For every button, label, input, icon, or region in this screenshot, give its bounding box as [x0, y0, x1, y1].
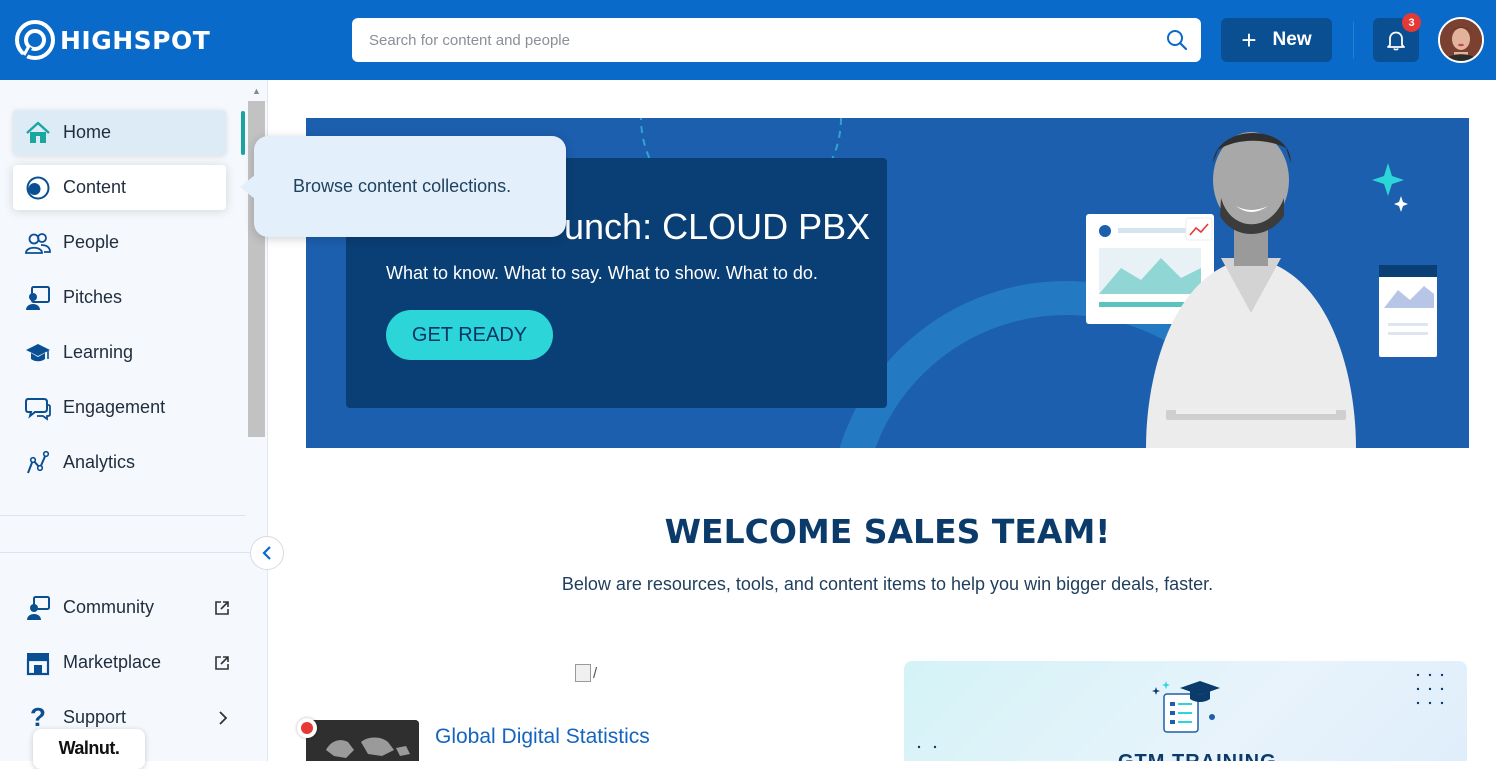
new-button[interactable]: + New [1221, 18, 1332, 62]
sidebar-item-label: Community [63, 597, 155, 617]
gtm-training-title: GTM TRAINING [1118, 751, 1277, 761]
sidebar-item-label: Home [63, 122, 112, 142]
sidebar-item-content[interactable]: Content [13, 165, 226, 210]
search-icon[interactable] [1166, 29, 1188, 51]
notification-count-badge: 3 [1402, 13, 1421, 32]
welcome-heading: WELCOME SALES TEAM! [664, 512, 1111, 551]
bell-icon [1387, 31, 1405, 51]
sidebar-item-analytics[interactable]: Analytics [13, 440, 226, 485]
chevron-left-icon [262, 546, 271, 560]
sidebar-item-learning[interactable]: Learning [13, 330, 226, 375]
sidebar-item-marketplace[interactable]: Marketplace [13, 640, 229, 685]
external-link-icon [215, 600, 229, 615]
help-question-icon: ? [30, 702, 46, 732]
external-link-icon [215, 655, 229, 670]
scroll-up-arrow-icon[interactable]: ▲ [252, 86, 261, 96]
gtm-training-card[interactable]: GTM TRAINING [904, 661, 1467, 761]
sidebar-item-label: Engagement [63, 397, 166, 417]
content-tooltip: Browse content collections. [254, 136, 566, 237]
highspot-logo-icon [15, 20, 55, 60]
sidebar-item-pitches[interactable]: Pitches [13, 275, 226, 320]
storefront-icon [25, 650, 51, 676]
top-bar: HIGHSPOT + New 3 [0, 0, 1496, 80]
community-icon [25, 595, 51, 621]
avatar-image [1440, 19, 1482, 61]
recording-indicator-icon [297, 718, 317, 738]
broken-image: / [575, 664, 597, 682]
highspot-logo[interactable]: HIGHSPOT [14, 19, 210, 61]
logo-text: HIGHSPOT [60, 25, 211, 55]
sidebar-divider [0, 515, 246, 516]
sidebar-item-label: People [63, 232, 120, 252]
sidebar-item-engagement[interactable]: Engagement [13, 385, 226, 430]
new-button-label: New [1272, 29, 1312, 50]
sidebar-item-label: Analytics [63, 452, 136, 472]
sidebar-item-label: Content [63, 177, 127, 197]
tooltip-arrow [240, 175, 255, 199]
sidebar-item-community[interactable]: Community [13, 585, 229, 630]
header-divider [1353, 22, 1354, 58]
home-icon [25, 120, 51, 146]
walnut-badge[interactable]: Walnut. [33, 729, 145, 769]
graduation-cap-icon [25, 340, 51, 366]
hero-title: unch: CLOUD PBX [564, 206, 871, 247]
search-bar [352, 18, 1201, 62]
active-indicator [241, 111, 245, 155]
pitches-icon [25, 285, 51, 311]
sidebar-item-label: Learning [63, 342, 134, 362]
broken-image-alt: / [593, 664, 598, 682]
collapse-sidebar-button[interactable] [250, 536, 284, 570]
search-input[interactable] [352, 18, 1152, 62]
analytics-icon [25, 450, 51, 476]
content-icon [25, 175, 51, 201]
sidebar-item-label: Marketplace [63, 652, 162, 672]
get-ready-button[interactable]: GET READY [386, 310, 553, 360]
welcome-subheading: Below are resources, tools, and content … [561, 574, 1214, 594]
broken-image-icon [575, 664, 591, 682]
chevron-right-icon [219, 710, 228, 725]
chat-bubbles-icon [25, 395, 51, 421]
world-map-image [306, 720, 419, 761]
training-illustration-icon [917, 673, 1444, 749]
plus-icon: + [1241, 25, 1257, 55]
world-map-thumbnail[interactable] [306, 720, 419, 761]
sidebar-item-people[interactable]: People [13, 220, 226, 265]
user-avatar[interactable] [1438, 17, 1484, 63]
content-card-title[interactable]: Global Digital Statistics [435, 725, 650, 749]
people-icon [25, 230, 51, 256]
sidebar-divider [0, 552, 268, 553]
sidebar-item-label: Support [63, 707, 127, 727]
sidebar-item-home[interactable]: Home [13, 110, 226, 155]
sidebar-item-label: Pitches [63, 287, 123, 307]
hero-subtitle: What to know. What to say. What to show.… [386, 263, 818, 283]
